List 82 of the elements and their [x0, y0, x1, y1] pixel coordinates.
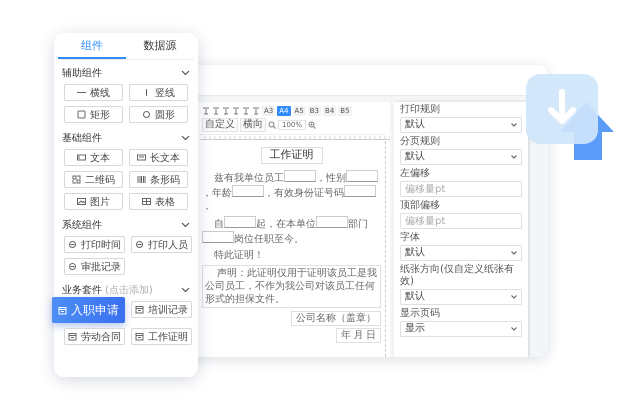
field-label: 分页规则	[400, 136, 441, 148]
component-item[interactable]: 条形码	[129, 171, 188, 188]
image-icon	[77, 197, 86, 206]
component-item[interactable]: 培训记录	[131, 301, 192, 318]
align-icon[interactable]	[242, 107, 250, 115]
bar-icon	[137, 175, 146, 184]
document-text: 岗位任职至今。	[234, 234, 304, 245]
chevron-down-icon	[511, 123, 517, 127]
chevron-down-icon[interactable]	[181, 222, 190, 228]
signature-text: 年 月 日	[336, 328, 381, 343]
select-field[interactable]: 默认	[400, 289, 522, 305]
document-text: 部门	[348, 219, 368, 230]
chevron-down-icon[interactable]	[181, 70, 190, 76]
document-text: ，年龄	[202, 188, 232, 199]
section-title: 业务套件	[62, 284, 102, 297]
rect-icon	[77, 110, 86, 119]
chevron-down-icon	[511, 295, 517, 299]
statement-text: 声明：此证明仅用于证明该员工是我公司员工，不作为我公司对该员工任何形式的担保文件。	[202, 265, 381, 308]
field-label: 纸张方向(仅自定义纸张有效)	[400, 264, 515, 288]
component-item[interactable]: 横线	[64, 84, 123, 101]
component-item[interactable]: 劳动合同	[64, 328, 125, 345]
input-field[interactable]: 偏移量pt	[400, 181, 522, 197]
document-text: 特此证明！	[214, 250, 264, 261]
component-item[interactable]: 表格	[129, 193, 188, 210]
circle-icon	[142, 110, 151, 119]
toolbar-button[interactable]: 横向	[240, 118, 266, 132]
component-item[interactable]: 长文本	[129, 149, 188, 166]
chevron-down-icon[interactable]	[181, 135, 190, 141]
document-text: 自	[214, 219, 224, 230]
select-field[interactable]: 默认	[400, 245, 522, 261]
text-icon	[77, 153, 86, 162]
section-title: 辅助组件	[62, 66, 102, 80]
form-icon	[135, 332, 144, 341]
chevron-down-icon	[511, 251, 517, 255]
input-field[interactable]: 偏移量pt	[400, 213, 522, 229]
select-field[interactable]: 默认	[400, 117, 522, 133]
section-hint: (点击添加)	[105, 284, 153, 297]
field-label: 顶部偏移	[400, 200, 441, 212]
field-label: 左偏移	[400, 168, 431, 180]
component-item[interactable]: 图片	[64, 193, 123, 210]
longtext-icon	[137, 153, 146, 162]
panel-tab[interactable]: 数据源	[126, 33, 194, 59]
document-text: 兹有我单位员工	[214, 173, 284, 184]
section-title: 系统组件	[62, 218, 102, 232]
chevron-down-icon[interactable]	[181, 287, 190, 293]
align-icon[interactable]	[212, 107, 220, 115]
form-icon	[135, 305, 144, 314]
align-icon[interactable]	[202, 107, 210, 115]
component-item[interactable]: 圆形	[129, 106, 188, 123]
chevron-down-icon	[511, 155, 517, 159]
component-item[interactable]: 二维码	[64, 171, 123, 188]
document-title: 工作证明	[260, 147, 322, 164]
document-text: ，有效身份证号码	[264, 188, 344, 199]
align-icon[interactable]	[232, 107, 240, 115]
component-item[interactable]: 矩形	[64, 106, 123, 123]
component-item[interactable]: 文本	[64, 149, 123, 166]
zoom-out-icon[interactable]	[268, 121, 276, 129]
field-label: 字体	[400, 232, 421, 244]
qr-icon	[72, 175, 81, 184]
document-text: ，性别	[316, 173, 346, 184]
document-text: ，	[202, 201, 212, 212]
toolbar-button[interactable]: 自定义	[202, 118, 238, 132]
component-item[interactable]: 打印人员	[131, 236, 192, 253]
select-field[interactable]: 默认	[400, 149, 522, 165]
component-item[interactable]: 打印时间	[64, 236, 125, 253]
component-item[interactable]: 竖线	[129, 84, 188, 101]
chevron-down-icon	[511, 327, 517, 331]
component-item[interactable]: 工作证明	[131, 328, 192, 345]
component-item[interactable]: 审批记录	[64, 258, 125, 275]
table-icon	[142, 197, 151, 206]
document-text: 起，在本单位	[256, 219, 316, 230]
form-icon	[68, 332, 77, 341]
field-label: 打印规则	[400, 104, 441, 116]
select-field[interactable]: 显示	[400, 321, 522, 337]
component-item[interactable]: 入职申请	[52, 297, 125, 323]
zoom-in-icon[interactable]	[308, 121, 316, 129]
signature-text: 公司名称（盖章）	[291, 311, 381, 326]
form-icon	[58, 306, 67, 314]
field-label: 显示页码	[400, 308, 441, 320]
align-icon[interactable]	[252, 107, 260, 115]
align-icon[interactable]	[222, 107, 230, 115]
section-title: 基础组件	[62, 132, 102, 145]
